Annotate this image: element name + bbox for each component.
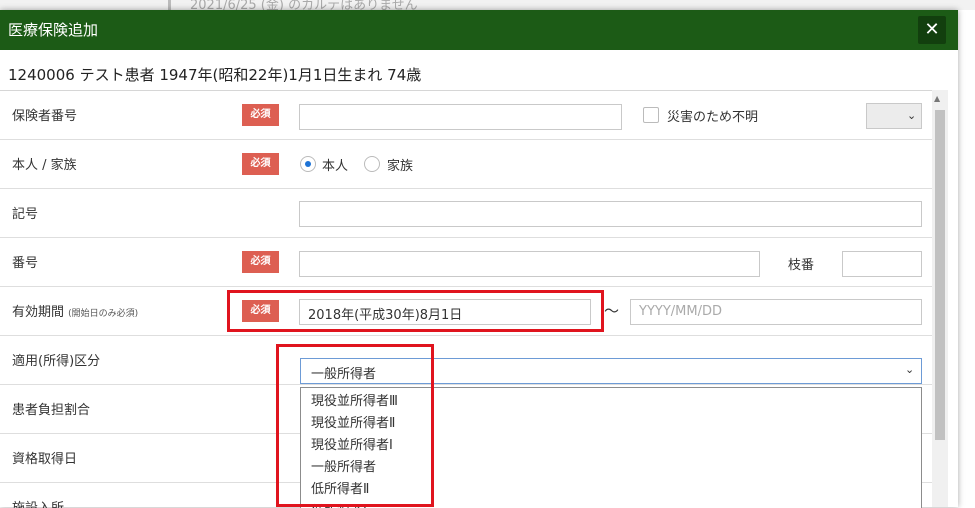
chevron-down-icon: ⌄ — [907, 109, 917, 122]
branch-number-label: 枝番 — [788, 258, 815, 273]
qualification-date-label: 資格取得日 — [12, 452, 78, 467]
branch-number-input[interactable] — [842, 251, 922, 277]
income-category-label: 適用(所得)区分 — [12, 354, 101, 369]
copay-ratio-label: 患者負担割合 — [12, 403, 91, 418]
required-badge: 必須 — [242, 251, 279, 273]
close-button[interactable]: ✕ — [918, 16, 946, 44]
radio-self[interactable] — [300, 156, 316, 172]
background-divider — [168, 0, 171, 10]
scroll-up-icon[interactable]: ▲ — [934, 94, 940, 103]
required-badge: 必須 — [242, 104, 279, 126]
row-symbol: 記号 — [0, 189, 932, 238]
radio-self-label: 本人 — [322, 159, 349, 174]
insurer-select[interactable]: ⌄ — [866, 103, 922, 129]
highlight-valid-period — [227, 290, 604, 332]
patient-info: 1240006 テスト患者 1947年(昭和22年)1月1日生まれ 74歳 — [8, 66, 422, 84]
dialog-titlebar: 医療保険追加 ✕ — [0, 10, 958, 50]
symbol-label: 記号 — [12, 207, 39, 222]
radio-family-label: 家族 — [387, 159, 414, 174]
date-separator: 〜 — [604, 302, 620, 320]
valid-period-title: 有効期間 — [12, 305, 65, 320]
number-input[interactable] — [299, 251, 760, 277]
row-insurer-number: 保険者番号 必須 災害のため不明 ⌄ — [0, 91, 932, 140]
dialog-title: 医療保険追加 — [8, 21, 99, 39]
valid-period-note: (開始日のみ必須) — [68, 309, 139, 319]
symbol-input[interactable] — [299, 201, 922, 227]
insurer-number-label: 保険者番号 — [12, 109, 78, 124]
disaster-checkbox[interactable] — [643, 107, 659, 123]
chevron-down-icon: ⌄ — [905, 363, 915, 376]
scrollbar-thumb[interactable] — [935, 110, 945, 440]
insurance-dialog: 医療保険追加 ✕ 1240006 テスト患者 1947年(昭和22年)1月1日生… — [0, 10, 958, 508]
radio-family[interactable] — [364, 156, 380, 172]
close-icon: ✕ — [924, 19, 940, 40]
row-number: 番号 必須 枝番 — [0, 238, 932, 287]
facility-label: 施設入所 — [12, 497, 64, 508]
disaster-checkbox-label: 災害のため不明 — [667, 110, 759, 125]
valid-period-label: 有効期間 (開始日のみ必須) — [12, 301, 138, 320]
row-relation: 本人 / 家族 必須 本人 家族 — [0, 140, 932, 189]
relation-label: 本人 / 家族 — [12, 158, 77, 173]
highlight-income-options — [276, 344, 434, 507]
end-date-input[interactable]: YYYY/MM/DD — [630, 299, 922, 325]
insurer-number-input[interactable] — [299, 104, 622, 130]
required-badge: 必須 — [242, 153, 279, 175]
number-label: 番号 — [12, 256, 39, 271]
background-window: 2021/6/25 (金) のカルテはありません — [0, 0, 975, 13]
